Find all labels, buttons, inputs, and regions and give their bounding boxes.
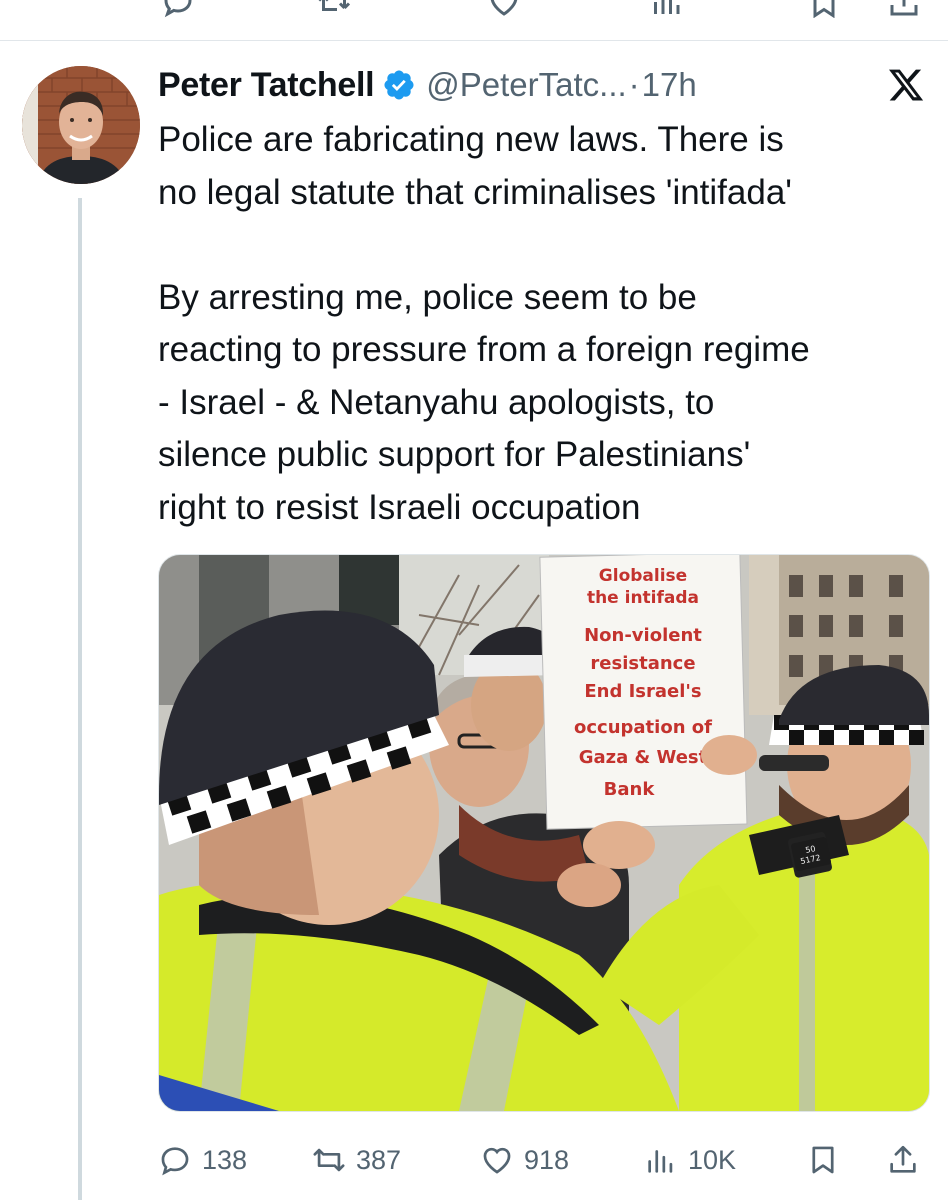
views-button[interactable]: 10K [644,1138,736,1182]
tweet-text: Police are fabricating new laws. There i… [158,120,810,527]
repost-count: 387 [356,1144,402,1175]
like-button[interactable]: 918 [480,1138,569,1182]
author-name[interactable]: Peter Tatchell [158,66,375,105]
placard-line: Bank [604,779,656,800]
like-count: 918 [524,1144,570,1175]
bookmark-icon [812,1146,834,1174]
placard-line: End Israel's [584,681,701,702]
prev-repost-icon [318,0,351,11]
tweet-photo[interactable]: Globalise the intifada Non-violent resis… [158,554,930,1112]
tweet-header: Peter Tatchell @PeterTatc... · 17h [158,62,697,108]
placard-line: resistance [590,653,695,674]
placard-line: Globalise [599,566,687,586]
repost-button[interactable]: 387 [312,1138,401,1182]
reply-icon [161,1147,189,1176]
tweet-actions: 138 387 918 10K [158,1138,938,1182]
placard-line: the intifada [587,588,699,608]
prev-reply-icon [164,0,192,18]
repost-icon [313,1148,345,1172]
views-icon [648,1150,673,1173]
timestamp[interactable]: 17h [642,66,697,104]
reply-button[interactable]: 138 [158,1138,247,1182]
views-count: 10K [688,1144,737,1175]
bookmark-button[interactable] [806,1138,840,1182]
author-handle[interactable]: @PeterTatc... [426,66,626,104]
tweet-divider [0,40,948,41]
previous-tweet-actions [0,0,948,18]
share-button[interactable] [886,1138,920,1182]
separator-dot: · [628,66,640,103]
prev-share-icon [890,0,918,16]
avatar[interactable] [22,66,140,184]
placard-line: occupation of [574,717,712,738]
share-icon [890,1145,916,1173]
placard-line: Non-violent [584,625,702,646]
thread-line [78,198,82,1200]
prev-views-icon [654,0,680,14]
reply-count: 138 [202,1144,248,1175]
prev-like-icon [490,0,518,16]
verified-badge-icon[interactable] [382,68,416,102]
placard-line: Gaza & West [579,747,708,768]
prev-bookmark-icon [813,0,835,18]
x-logo-icon[interactable] [886,66,926,104]
heart-icon [483,1147,511,1174]
